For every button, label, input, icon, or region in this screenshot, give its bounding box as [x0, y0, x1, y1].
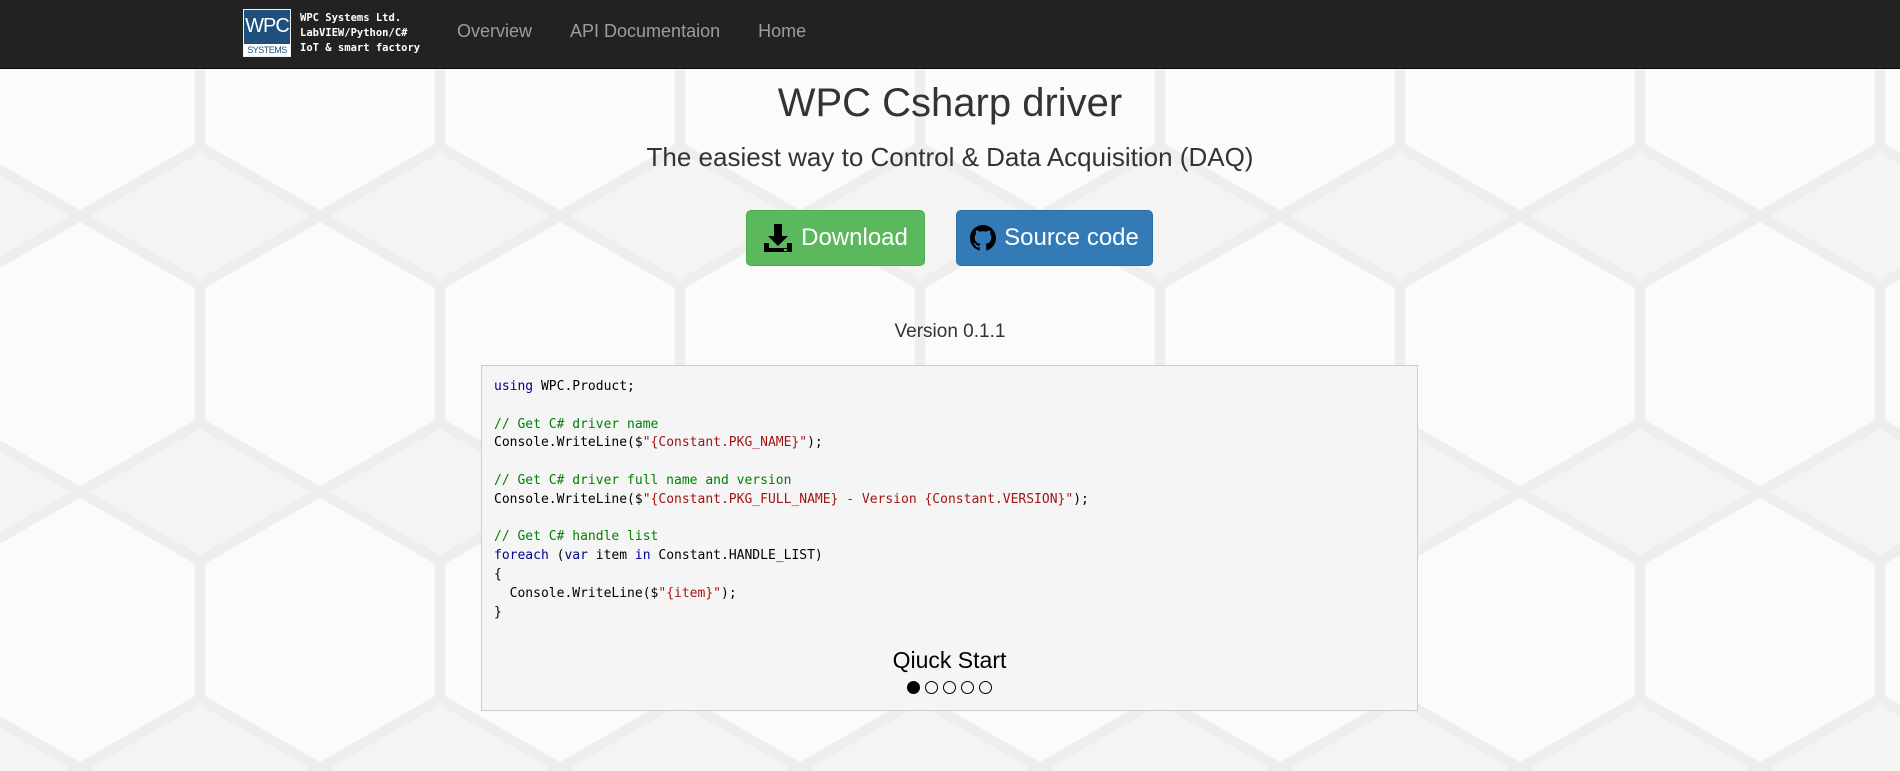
carousel-indicator-1[interactable]	[907, 681, 920, 694]
nav-home[interactable]: Home	[739, 21, 825, 42]
code-line: Console.WriteLine($"{item}");	[494, 585, 737, 601]
github-icon	[970, 225, 997, 251]
brand-line-tech: LabVIEW/Python/C#	[300, 26, 408, 39]
code-snippet: using WPC.Product; // Get C# driver name…	[482, 366, 1417, 634]
code-string: "{Constant.PKG_NAME}"	[642, 435, 808, 451]
carousel-caption: Qiuck Start	[892, 647, 1007, 673]
page-title: WPC Csharp driver	[777, 81, 1123, 125]
nav-overview[interactable]: Overview	[438, 21, 551, 42]
navbar: WPC SYSTEMS WPC Systems Ltd. LabVIEW/Pyt…	[0, 0, 1900, 69]
carousel-indicator-2[interactable]	[925, 681, 938, 694]
code-line: Console.WriteLine($"{Constant.PKG_NAME}"…	[494, 435, 823, 451]
code-keyword: in	[634, 548, 651, 564]
code-line: using WPC.Product;	[494, 379, 635, 394]
brand-text: WPC Systems Ltd. LabVIEW/Python/C# IoT &…	[300, 11, 420, 56]
code-brace: {	[494, 566, 502, 582]
code-keyword: foreach	[494, 548, 549, 564]
carousel-indicators	[482, 681, 1417, 694]
carousel-indicator-5[interactable]	[979, 681, 992, 694]
quick-start-carousel: using WPC.Product; // Get C# driver name…	[481, 365, 1418, 711]
carousel-indicator-4[interactable]	[961, 681, 974, 694]
code-line: Console.WriteLine($"{Constant.PKG_FULL_N…	[494, 491, 1089, 507]
source-code-button[interactable]: Source code	[956, 210, 1153, 266]
version-text: Version 0.1.1	[894, 321, 1006, 342]
wpc-logo: WPC SYSTEMS	[243, 9, 291, 57]
code-line: foreach (var item in Constant.HANDLE_LIS…	[494, 548, 823, 564]
logo-systems-text: SYSTEMS	[244, 44, 290, 56]
code-keyword: using	[494, 379, 534, 394]
download-button[interactable]: Download	[746, 210, 925, 266]
brand-line-tagline: IoT & smart factory	[300, 41, 421, 54]
download-label: Download	[801, 224, 908, 251]
code-string: "{Constant.PKG_FULL_NAME} - Version {Con…	[642, 491, 1074, 507]
brand-logo-link[interactable]: WPC SYSTEMS WPC Systems Ltd. LabVIEW/Pyt…	[243, 8, 420, 58]
code-comment: // Get C# driver name	[494, 416, 659, 432]
logo-wpc-text: WPC	[245, 15, 290, 37]
code-comment: // Get C# handle list	[494, 529, 659, 545]
code-keyword: var	[564, 548, 588, 564]
code-brace: }	[494, 604, 502, 620]
nav-links: Overview API Documentaion Home	[438, 0, 825, 62]
page-subtitle: The easiest way to Control & Data Acquis…	[646, 142, 1254, 172]
brand-line-company: WPC Systems Ltd.	[300, 11, 402, 24]
source-code-label: Source code	[1004, 224, 1139, 251]
nav-api-documentation[interactable]: API Documentaion	[551, 21, 739, 42]
carousel-indicator-3[interactable]	[943, 681, 956, 694]
download-icon	[764, 224, 793, 252]
code-comment: // Get C# driver full name and version	[494, 472, 792, 488]
code-string: "{item}"	[658, 585, 721, 601]
